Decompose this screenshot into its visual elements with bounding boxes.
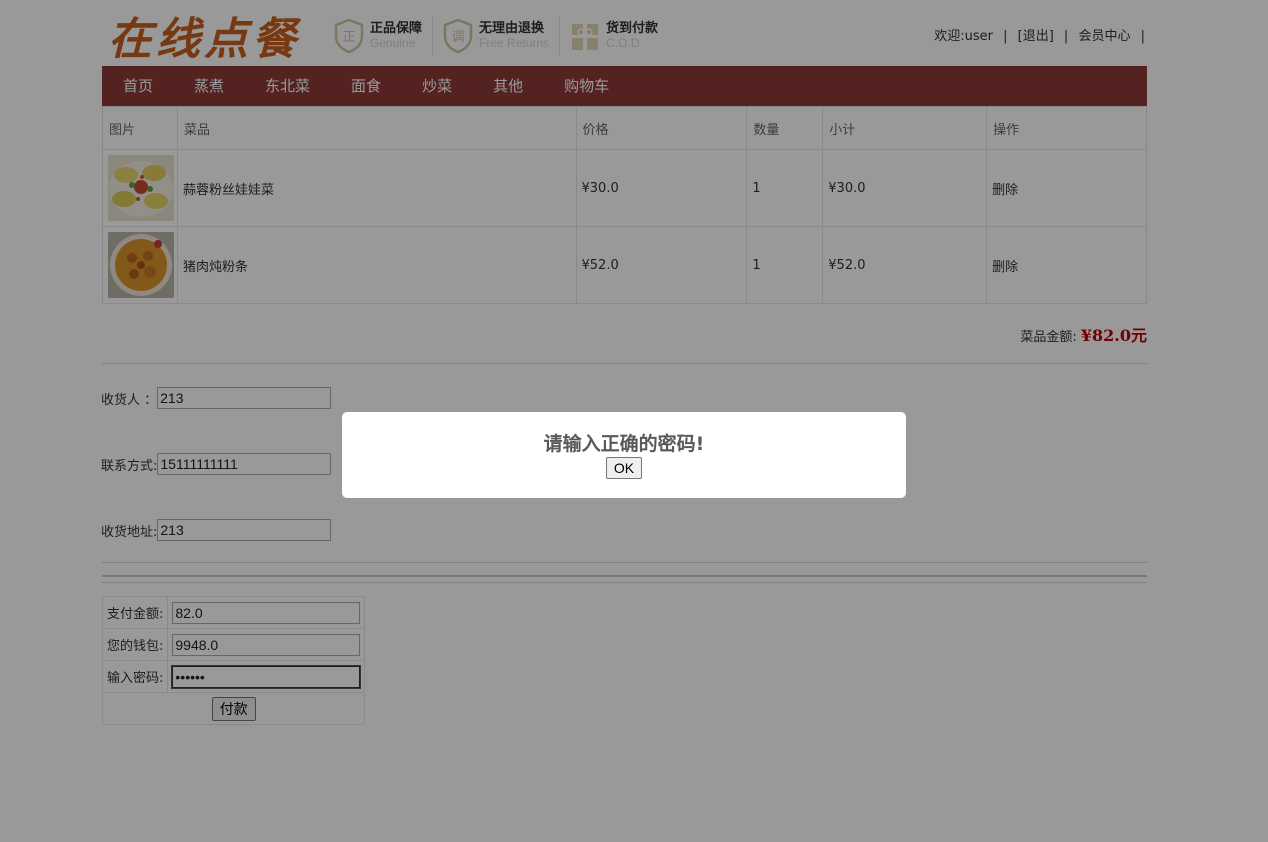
alert-message: 请输入正确的密码!	[543, 433, 705, 455]
alert-dialog: 请输入正确的密码! OK	[342, 412, 906, 498]
ok-button[interactable]: OK	[605, 457, 643, 479]
